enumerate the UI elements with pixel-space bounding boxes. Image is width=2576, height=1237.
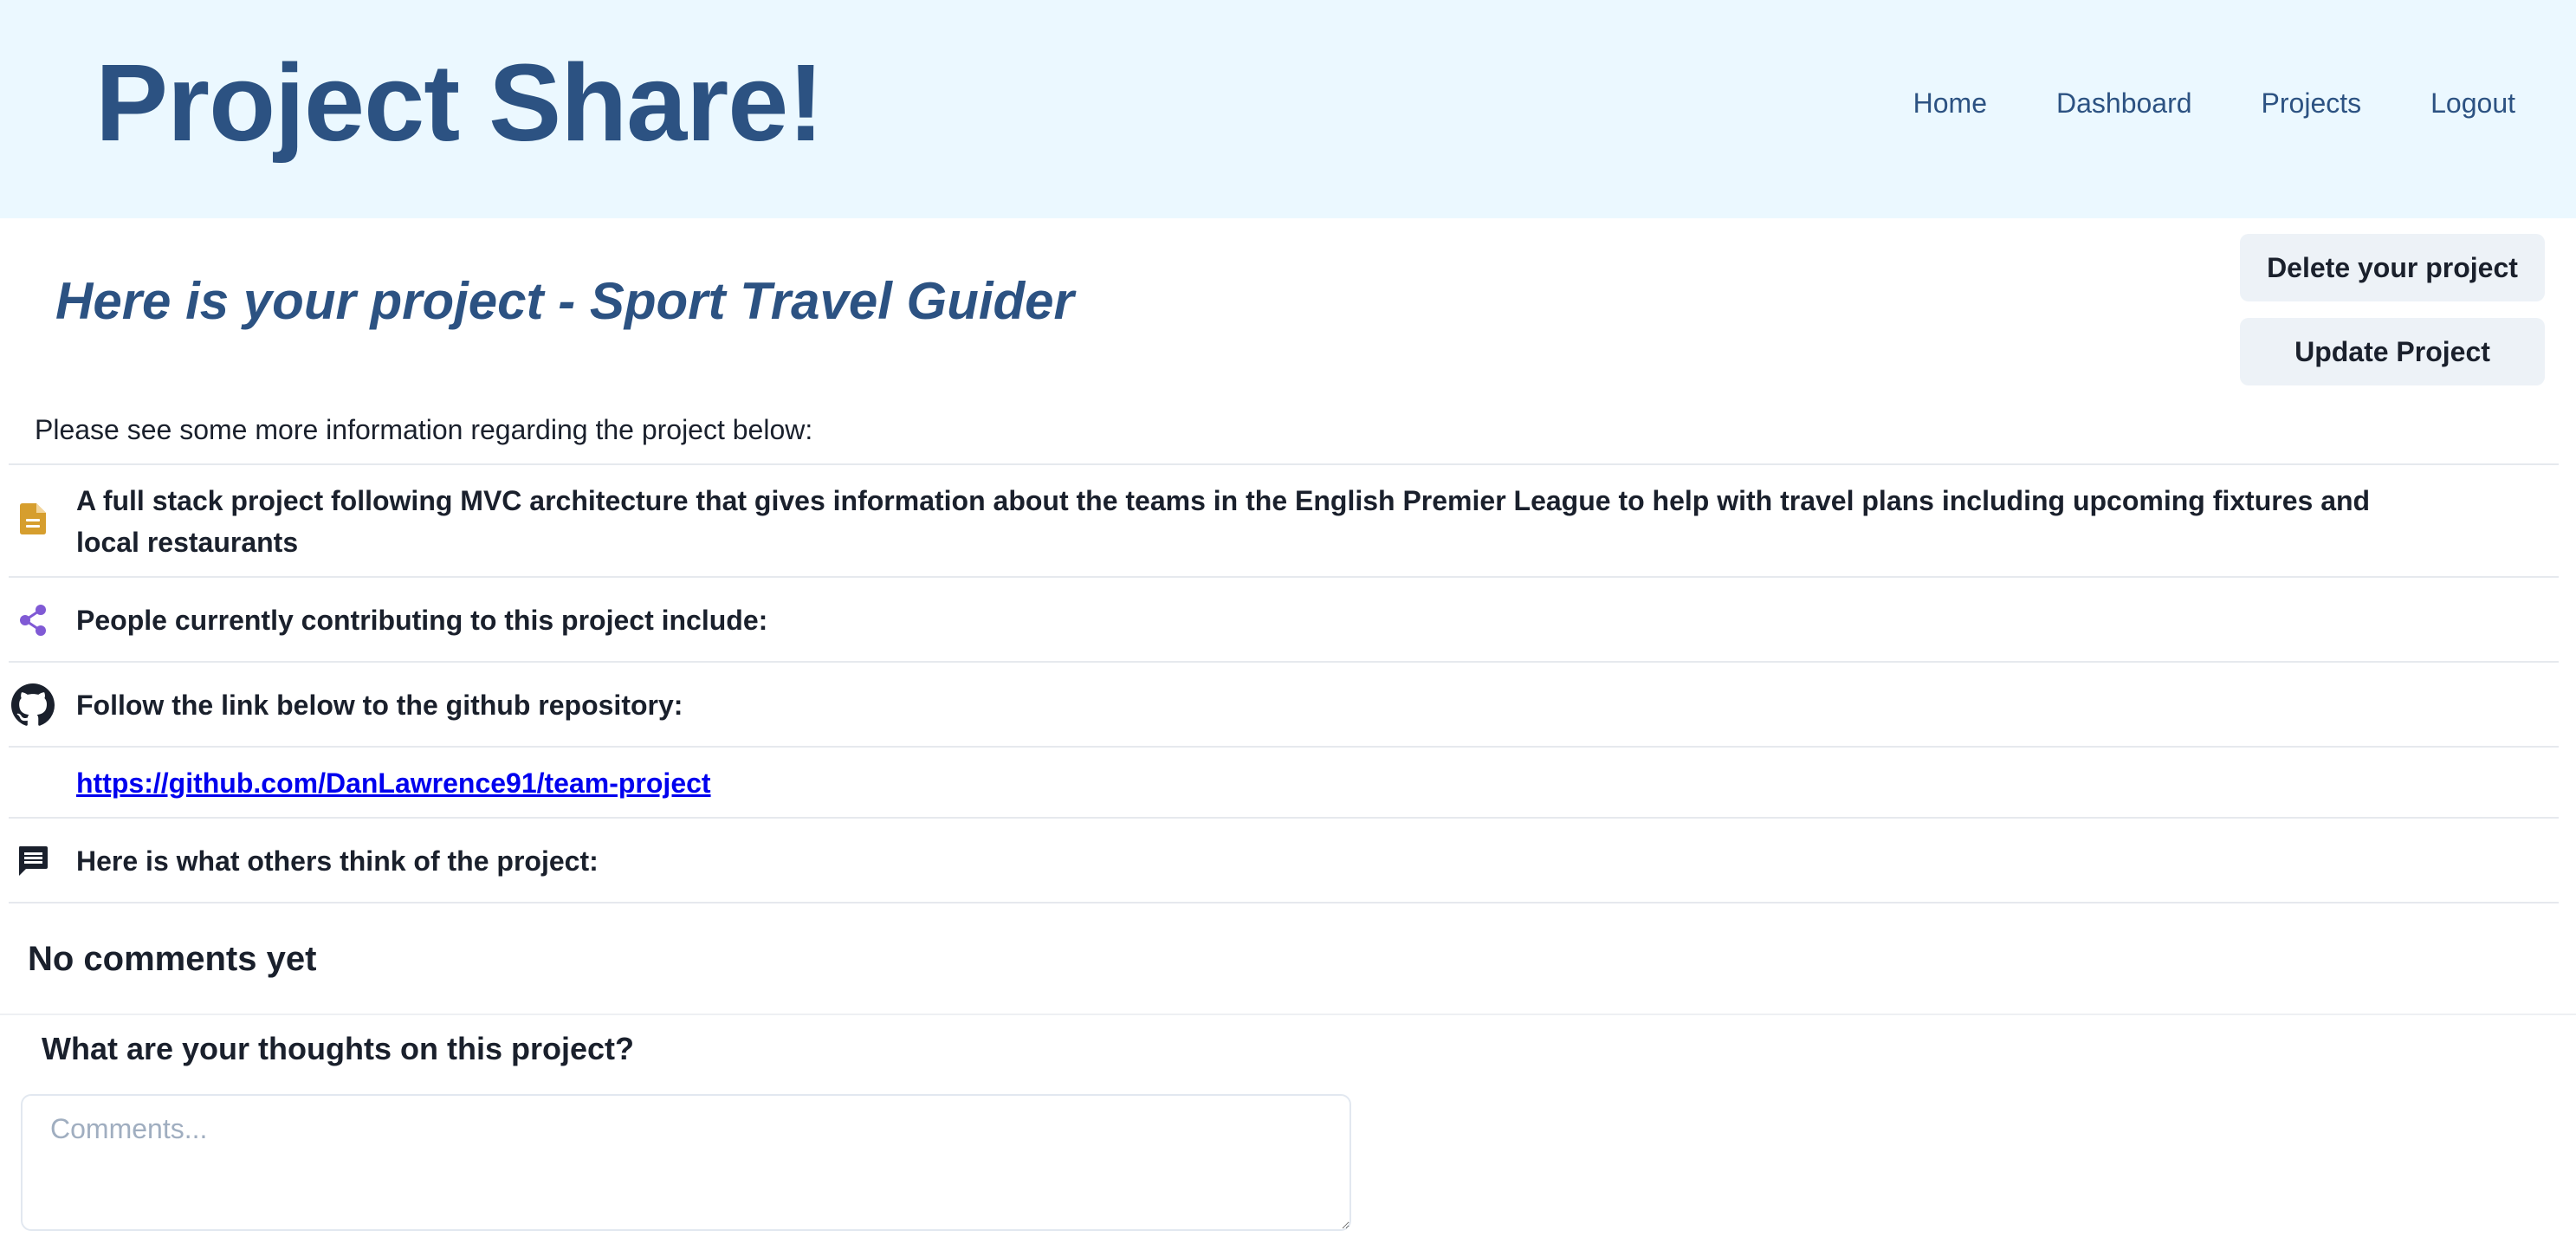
comment-icon [9, 840, 57, 882]
github-icon [9, 683, 57, 726]
share-icon [9, 599, 57, 641]
github-repo-link[interactable]: https://github.com/DanLawrence91/team-pr… [76, 767, 711, 799]
site-header: Project Share! Home Dashboard Projects L… [0, 0, 2576, 218]
project-details-list: A full stack project following MVC archi… [9, 463, 2559, 903]
document-icon [9, 503, 57, 534]
project-description: A full stack project following MVC archi… [76, 485, 2371, 558]
list-item-github-link: https://github.com/DanLawrence91/team-pr… [9, 748, 2559, 819]
section-divider [0, 1014, 2576, 1015]
list-item-github: Follow the link below to the github repo… [9, 663, 2559, 748]
site-title: Project Share! [95, 42, 824, 164]
project-intro: Please see some more information regardi… [35, 414, 813, 445]
delete-project-button[interactable]: Delete your project [2240, 234, 2545, 301]
github-label: Follow the link below to the github repo… [76, 690, 683, 721]
no-comments-text: No comments yet [28, 940, 317, 978]
list-item-reviews: Here is what others think of the project… [9, 819, 2559, 903]
nav-dashboard-link[interactable]: Dashboard [2056, 81, 2192, 125]
reviews-label: Here is what others think of the project… [76, 845, 599, 877]
comment-input[interactable] [21, 1094, 1351, 1231]
main-nav: Home Dashboard Projects Logout [1913, 81, 2515, 125]
nav-logout-link[interactable]: Logout [2430, 81, 2515, 125]
update-project-button[interactable]: Update Project [2240, 318, 2545, 385]
list-item-description: A full stack project following MVC archi… [9, 465, 2559, 578]
nav-home-link[interactable]: Home [1913, 81, 1987, 125]
nav-projects-link[interactable]: Projects [2262, 81, 2362, 125]
list-item-contributors: People currently contributing to this pr… [9, 578, 2559, 663]
project-heading: Here is your project - Sport Travel Guid… [55, 272, 1074, 330]
contributors-label: People currently contributing to this pr… [76, 605, 768, 636]
comment-prompt: What are your thoughts on this project? [42, 1031, 634, 1066]
